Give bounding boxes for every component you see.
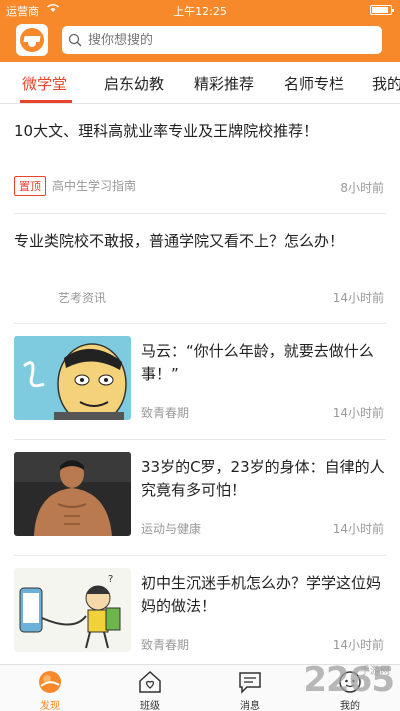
discover-icon xyxy=(39,671,61,693)
tab-jingcai-tuijian[interactable]: 精彩推荐 xyxy=(194,73,254,94)
article-feed: 10大文、理科高就业率专业及王牌院校推荐！ 置顶 高中生学习指南 8小时前 专业类… xyxy=(0,104,400,664)
nav-label: 消息 xyxy=(240,701,260,711)
nav-class[interactable]: 班级 xyxy=(120,669,180,711)
nav-discover[interactable]: 发现 xyxy=(20,669,80,711)
article-thumbnail xyxy=(14,452,131,536)
site-watermark: 2265 手游网 xyxy=(303,660,395,700)
search-input[interactable] xyxy=(88,32,368,48)
search-icon xyxy=(68,33,82,47)
article-thumbnail: ? xyxy=(14,568,131,652)
watermark-subtext: 手游网 xyxy=(360,666,390,677)
article-item[interactable]: 马云：“你什么年龄，就要去做什么事！” 致青春期 14小时前 xyxy=(14,324,386,440)
article-meta: 置顶 高中生学习指南 xyxy=(14,176,136,196)
article-thumbnail xyxy=(14,336,131,420)
article-item[interactable]: 10大文、理科高就业率专业及王牌院校推荐！ 置顶 高中生学习指南 8小时前 xyxy=(14,104,386,214)
search-bar[interactable] xyxy=(62,26,382,54)
article-time: 14小时前 xyxy=(332,406,384,420)
article-item[interactable]: 专业类院校不敢报，普通学院又看不上？怎么办！ 艺考资讯 14小时前 xyxy=(14,214,386,324)
app-logo[interactable] xyxy=(16,24,48,56)
article-source: 致青春期 xyxy=(141,638,190,652)
message-icon xyxy=(239,672,261,694)
class-home-icon xyxy=(139,670,161,693)
article-time: 14小时前 xyxy=(332,522,384,536)
tab-mingshi-zhuanlan[interactable]: 名师专栏 xyxy=(284,73,344,94)
article-source: 高中生学习指南 xyxy=(52,179,137,193)
status-time: 上午12:25 xyxy=(173,5,227,18)
battery-icon xyxy=(370,5,394,15)
nav-label: 发现 xyxy=(40,701,60,711)
graduation-cap-icon xyxy=(20,28,44,52)
tab-wode[interactable]: 我的 xyxy=(372,73,400,94)
article-time: 8小时前 xyxy=(340,181,384,195)
article-title: 初中生沉迷手机怎么办？学学这位妈妈的做法！ xyxy=(141,574,382,615)
article-time: 14小时前 xyxy=(332,638,384,652)
status-bar: 运营商 上午12:25 xyxy=(0,0,400,20)
article-title: 10大文、理科高就业率专业及王牌院校推荐！ xyxy=(14,122,319,140)
article-source: 运动与健康 xyxy=(141,522,202,536)
article-title: 马云：“你什么年龄，就要去做什么事！” xyxy=(141,342,374,383)
article-title: 33岁的C罗，23岁的身体：自律的人究竟有多可怕！ xyxy=(141,458,385,499)
active-tab-indicator xyxy=(20,100,72,103)
tab-weixuetang[interactable]: 微学堂 xyxy=(22,73,67,94)
article-title: 专业类院校不敢报，普通学院又看不上？怎么办！ xyxy=(14,232,345,250)
tab-qidong-youjiao[interactable]: 启东幼教 xyxy=(104,73,164,94)
svg-text:?: ? xyxy=(108,574,113,585)
article-item[interactable]: ? 初中生沉迷手机怎么办？学学这位妈妈的做法！ 致青春期 14小时前 xyxy=(14,556,386,664)
app-header: 运营商 上午12:25 xyxy=(0,0,400,62)
nav-label: 班级 xyxy=(140,701,160,711)
article-source: 致青春期 xyxy=(141,406,190,420)
article-source: 艺考资讯 xyxy=(58,291,107,305)
article-item[interactable]: 33岁的C罗，23岁的身体：自律的人究竟有多可怕！ 运动与健康 14小时前 xyxy=(14,440,386,556)
nav-messages[interactable]: 消息 xyxy=(220,669,280,711)
category-tabs: 微学堂 启东幼教 精彩推荐 名师专栏 我的 xyxy=(0,62,400,104)
article-time: 14小时前 xyxy=(332,291,384,305)
pinned-badge: 置顶 xyxy=(14,176,46,196)
